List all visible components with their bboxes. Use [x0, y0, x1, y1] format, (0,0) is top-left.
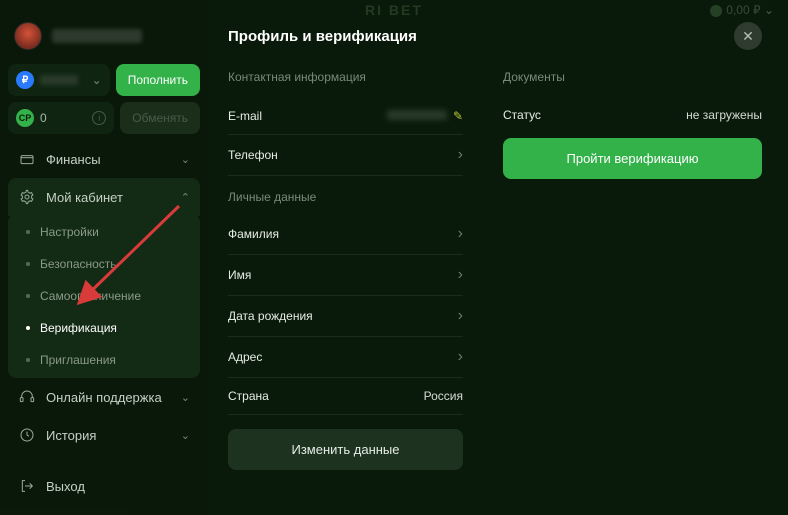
edit-data-button[interactable]: Изменить данные [228, 429, 463, 470]
firstname-label: Имя [228, 268, 251, 282]
headset-icon [18, 388, 36, 406]
country-value: Россия [424, 389, 463, 403]
wallet-icon [18, 150, 36, 168]
status-label: Статус [503, 108, 541, 122]
firstname-row[interactable]: Имя › [228, 255, 463, 296]
history-icon [18, 426, 36, 444]
sidebar-item-label: Самоограничение [40, 289, 141, 303]
chevron-right-icon: › [458, 266, 463, 284]
sidebar-item-invitations[interactable]: Приглашения [8, 344, 200, 376]
avatar [14, 22, 42, 50]
close-icon: ✕ [742, 28, 754, 45]
chevron-down-icon: ⌄ [181, 153, 190, 166]
profile-row[interactable] [8, 18, 200, 58]
sidebar-item-label: Настройки [40, 225, 99, 239]
logout-icon [18, 477, 36, 495]
close-button[interactable]: ✕ [734, 22, 762, 50]
info-icon[interactable]: i [92, 111, 106, 125]
bullet-icon [26, 326, 30, 330]
page-title: Профиль и верификация [228, 28, 417, 45]
exchange-button[interactable]: Обменять [120, 102, 200, 134]
documents-section-label: Документы [503, 70, 762, 84]
chevron-up-icon: ⌃ [181, 191, 190, 204]
sidebar-item-label: Онлайн поддержка [46, 390, 162, 405]
dob-row[interactable]: Дата рождения › [228, 296, 463, 337]
status-value: не загружены [686, 108, 762, 122]
bullet-icon [26, 294, 30, 298]
balance-redacted [40, 75, 78, 85]
chevron-down-icon: ⌄ [181, 429, 190, 442]
phone-row[interactable]: Телефон › [228, 135, 463, 176]
lastname-label: Фамилия [228, 227, 279, 241]
sidebar-item-history[interactable]: История ⌄ [8, 416, 200, 454]
country-label: Страна [228, 389, 269, 403]
account-submenu: Настройки Безопасность Самоограничение В… [8, 214, 200, 378]
gear-icon [18, 188, 36, 206]
chevron-right-icon: › [458, 348, 463, 366]
cp-value: 0 [40, 111, 47, 125]
main-panel: Профиль и верификация ✕ Контактная инфор… [208, 0, 788, 515]
address-row[interactable]: Адрес › [228, 337, 463, 378]
pencil-icon[interactable]: ✎ [453, 109, 463, 123]
sidebar-item-label: Выход [46, 479, 85, 494]
email-value-redacted [387, 110, 447, 120]
phone-label: Телефон [228, 148, 278, 162]
email-row[interactable]: E-mail ✎ [228, 98, 463, 135]
personal-section-label: Личные данные [228, 190, 463, 204]
lastname-row[interactable]: Фамилия › [228, 214, 463, 255]
sidebar-item-label: Мой кабинет [46, 190, 123, 205]
country-row: Страна Россия [228, 378, 463, 415]
chevron-right-icon: › [458, 146, 463, 164]
chevron-down-icon: ⌄ [92, 73, 102, 87]
bullet-icon [26, 358, 30, 362]
sidebar-item-logout[interactable]: Выход [8, 467, 200, 505]
cp-balance: CP 0 i [8, 102, 114, 134]
bullet-icon [26, 262, 30, 266]
status-row: Статус не загружены [503, 98, 762, 138]
sidebar-item-label: Приглашения [40, 353, 116, 367]
contact-section-label: Контактная информация [228, 70, 463, 84]
sidebar-item-settings[interactable]: Настройки [8, 216, 200, 248]
cp-icon: CP [16, 109, 34, 127]
sidebar-item-label: Верификация [40, 321, 117, 335]
verify-button[interactable]: Пройти верификацию [503, 138, 762, 179]
balance-dropdown[interactable]: ₽ ⌄ [8, 64, 110, 96]
sidebar-item-security[interactable]: Безопасность [8, 248, 200, 280]
dob-label: Дата рождения [228, 309, 313, 323]
sidebar-item-finances[interactable]: Финансы ⌄ [8, 140, 200, 178]
chevron-right-icon: › [458, 225, 463, 243]
bullet-icon [26, 230, 30, 234]
ruble-icon: ₽ [16, 71, 34, 89]
email-label: E-mail [228, 109, 262, 123]
chevron-right-icon: › [458, 307, 463, 325]
chevron-down-icon: ⌄ [181, 391, 190, 404]
address-label: Адрес [228, 350, 262, 364]
sidebar-item-label: Финансы [46, 152, 101, 167]
sidebar-item-label: История [46, 428, 96, 443]
sidebar-item-account[interactable]: Мой кабинет ⌃ [8, 178, 200, 216]
deposit-button[interactable]: Пополнить [116, 64, 200, 96]
sidebar-item-label: Безопасность [40, 257, 117, 271]
sidebar-item-verification[interactable]: Верификация [8, 312, 200, 344]
username-redacted [52, 29, 142, 43]
sidebar-item-support[interactable]: Онлайн поддержка ⌄ [8, 378, 200, 416]
sidebar-item-selflimit[interactable]: Самоограничение [8, 280, 200, 312]
sidebar: ₽ ⌄ Пополнить CP 0 i Обменять Финансы ⌄ [0, 0, 208, 515]
